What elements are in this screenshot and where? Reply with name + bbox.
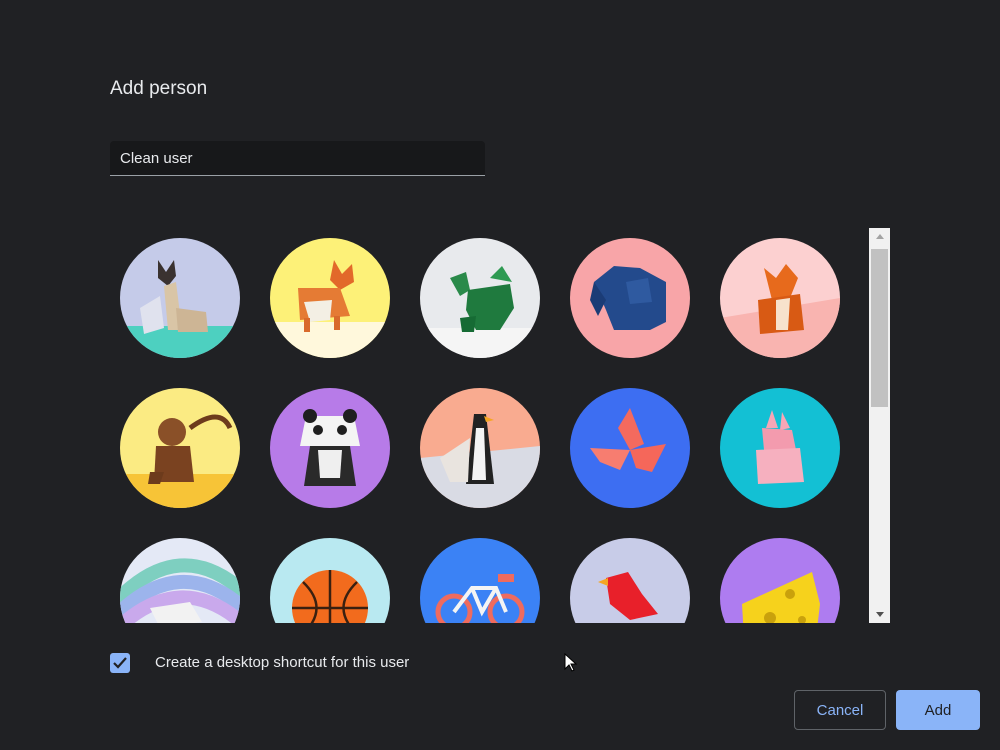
bird-avatar[interactable] <box>570 538 690 623</box>
shortcut-checkbox-label: Create a desktop shortcut for this user <box>155 654 410 671</box>
dragon-avatar[interactable] <box>420 238 540 358</box>
monkey-avatar[interactable] <box>120 388 240 508</box>
elephant-avatar[interactable] <box>570 238 690 358</box>
cat-avatar[interactable] <box>120 238 240 358</box>
shortcut-checkbox[interactable] <box>110 653 130 673</box>
corgi-avatar[interactable] <box>270 238 390 358</box>
unicorn-avatar[interactable] <box>120 538 240 623</box>
mouse-cursor-icon <box>564 653 578 672</box>
basketball-avatar[interactable] <box>270 538 390 623</box>
add-button[interactable]: Add <box>896 690 980 730</box>
name-input[interactable] <box>110 141 485 175</box>
panda-avatar[interactable] <box>270 388 390 508</box>
penguin-avatar[interactable] <box>420 388 540 508</box>
avatar-scrollbar[interactable] <box>869 228 890 623</box>
avatar-grid <box>110 228 860 623</box>
name-field[interactable] <box>110 141 485 176</box>
scroll-down-arrow-icon[interactable] <box>869 606 890 623</box>
checkmark-icon <box>113 657 127 669</box>
dialog-title: Add person <box>110 78 208 99</box>
cancel-button[interactable]: Cancel <box>794 690 886 730</box>
bike-avatar[interactable] <box>420 538 540 623</box>
scroll-thumb[interactable] <box>871 249 888 407</box>
scroll-up-arrow-icon[interactable] <box>869 228 890 245</box>
rabbit-avatar[interactable] <box>720 388 840 508</box>
butterfly-avatar[interactable] <box>570 388 690 508</box>
fox-avatar[interactable] <box>720 238 840 358</box>
cheese-avatar[interactable] <box>720 538 840 623</box>
